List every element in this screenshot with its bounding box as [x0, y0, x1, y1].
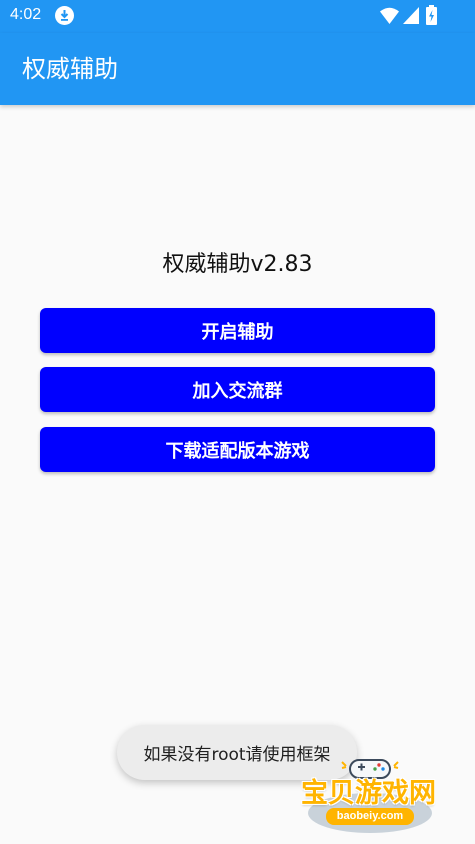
status-bar: 4:02	[0, 0, 475, 33]
download-game-button[interactable]: 下载适配版本游戏	[40, 427, 435, 472]
signal-icon	[403, 7, 419, 24]
watermark: 宝贝游戏网 baobeiy.com	[292, 750, 452, 838]
gamepad-icon	[349, 759, 391, 779]
status-time: 4:02	[10, 6, 42, 23]
join-group-button[interactable]: 加入交流群	[40, 367, 435, 412]
watermark-name: 宝贝游戏网	[301, 778, 436, 809]
app-bar: 权威辅助	[0, 33, 475, 105]
wifi-icon	[380, 7, 399, 24]
watermark-domain: baobeiy.com	[336, 810, 404, 822]
start-assist-button[interactable]: 开启辅助	[40, 308, 435, 353]
download-icon	[55, 6, 74, 25]
battery-icon	[426, 5, 437, 25]
app-title: 权威辅助	[22, 55, 118, 83]
app-screen: { "status_bar": { "time": "4:02", "icons…	[0, 0, 475, 844]
main-title: 权威辅助v2.83	[162, 252, 313, 277]
